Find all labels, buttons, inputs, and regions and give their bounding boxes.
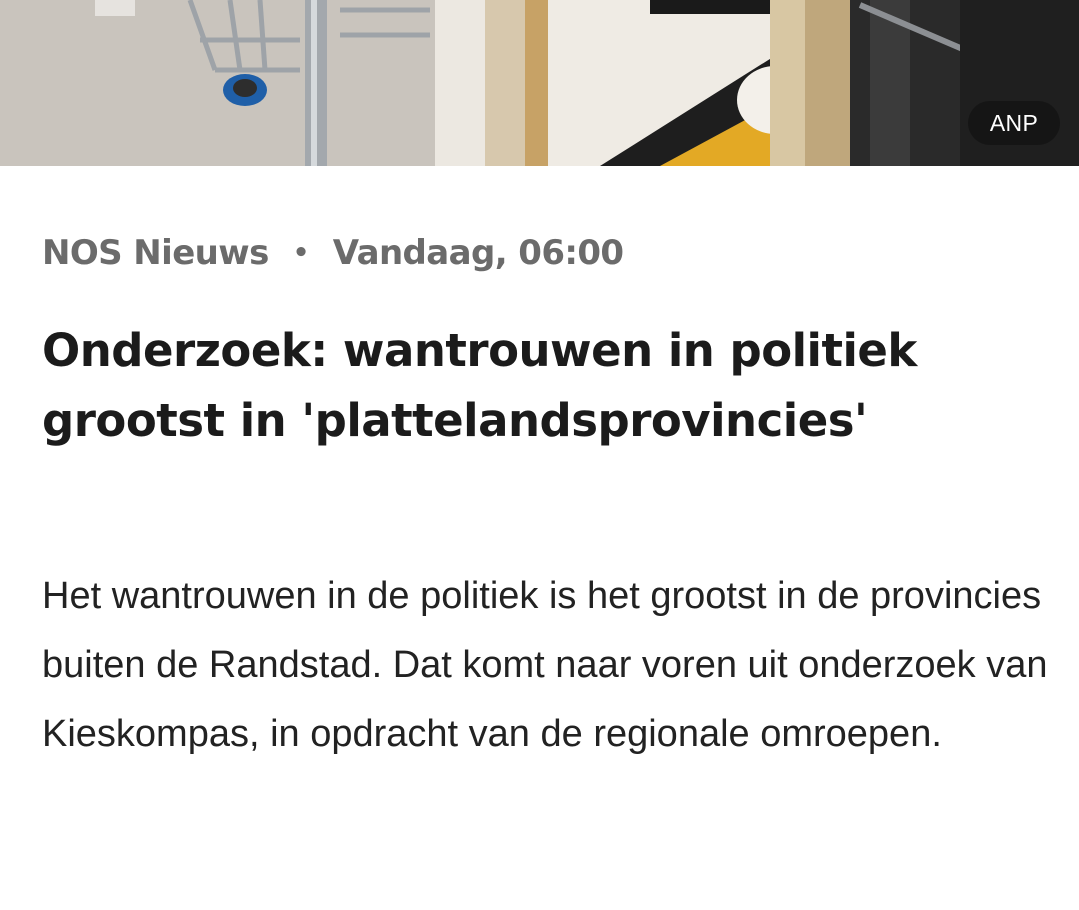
article-hero-image[interactable]: ANP — [0, 0, 1079, 166]
source-label: NOS Nieuws — [42, 233, 269, 273]
article-meta: NOS Nieuws • Vandaag, 06:00 — [42, 228, 624, 278]
timestamp: Vandaag, 06:00 — [332, 233, 624, 273]
article-lead: Het wantrouwen in de politiek is het gro… — [42, 575, 1048, 755]
article-headline[interactable]: Onderzoek: wantrouwen in politiek groots… — [42, 316, 1052, 456]
hero-photo — [0, 0, 1079, 166]
photo-credit-badge: ANP — [968, 101, 1060, 145]
meta-separator: • — [292, 238, 310, 268]
